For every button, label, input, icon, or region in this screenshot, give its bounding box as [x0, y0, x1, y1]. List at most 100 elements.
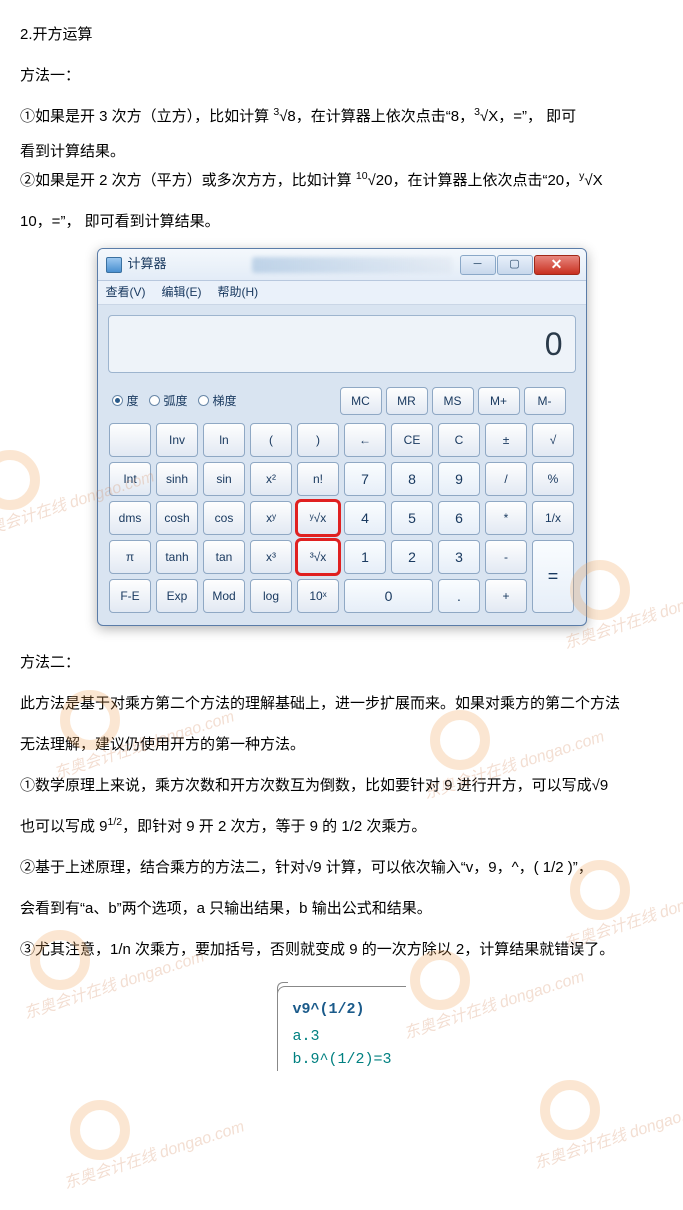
key-3[interactable]: 3 [438, 540, 480, 574]
menu-view[interactable]: 查看(V) [106, 279, 146, 305]
maximize-button[interactable]: ▢ [497, 255, 533, 275]
key-xy[interactable]: xʸ [250, 501, 292, 535]
key-equals[interactable]: = [532, 540, 574, 613]
code-line-1: v9^(1/2) [292, 993, 391, 1026]
key-pi[interactable]: π [109, 540, 151, 574]
key-sin[interactable]: sin [203, 462, 245, 496]
method1-para4: 10，=”， 即可看到计算结果。 [20, 205, 663, 238]
key-2[interactable]: 2 [391, 540, 433, 574]
key-reciprocal[interactable]: 1/x [532, 501, 574, 535]
method2-para6: 会看到有“a、b”两个选项，a 只输出结果，b 输出公式和结果。 [20, 892, 663, 925]
menu-help[interactable]: 帮助(H) [218, 279, 259, 305]
key-7[interactable]: 7 [344, 462, 386, 496]
minimize-button[interactable]: ─ [460, 255, 496, 275]
key-dot[interactable]: . [438, 579, 480, 613]
key-mr[interactable]: MR [386, 387, 428, 415]
mode-label: 梯度 [213, 388, 237, 414]
key-log[interactable]: log [250, 579, 292, 613]
key-cosh[interactable]: cosh [156, 501, 198, 535]
radio-icon [149, 395, 160, 406]
key-dms[interactable]: dms [109, 501, 151, 535]
key-sqrt[interactable]: √ [532, 423, 574, 457]
key-multiply[interactable]: * [485, 501, 527, 535]
key-10x[interactable]: 10ˣ [297, 579, 339, 613]
titlebar-blur [252, 257, 452, 273]
text: ①如果是开 3 次方（立方），比如计算 [20, 108, 273, 125]
key-cuberoot[interactable]: ³√x [297, 540, 339, 574]
key-sinh[interactable]: sinh [156, 462, 198, 496]
method2-para5: ②基于上述原理，结合乘方的方法二，针对√9 计算，可以依次输入“v，9，^，( … [20, 851, 663, 884]
key-tanh[interactable]: tanh [156, 540, 198, 574]
key-plus[interactable]: + [485, 579, 527, 613]
menu-edit[interactable]: 编辑(E) [162, 279, 202, 305]
radio-icon [112, 395, 123, 406]
key-fe[interactable]: F-E [109, 579, 151, 613]
key-rparen[interactable]: ) [297, 423, 339, 457]
method2-para7: ③尤其注意，1/n 次乘方，要加括号，否则就变成 9 的一次方除以 2，计算结果… [20, 933, 663, 966]
key-1[interactable]: 1 [344, 540, 386, 574]
key-9[interactable]: 9 [438, 462, 480, 496]
key-x2[interactable]: x² [250, 462, 292, 496]
text: √8，在计算器上依次点击“8， [279, 108, 474, 125]
method1-title: 方法一： [20, 59, 663, 92]
key-4[interactable]: 4 [344, 501, 386, 535]
calculator-display: 0 [108, 315, 576, 373]
method2-para2: 无法理解，建议仍使用开方的第一种方法。 [20, 728, 663, 761]
sup: 1/2 [108, 816, 123, 828]
window-title: 计算器 [128, 250, 252, 279]
titlebar[interactable]: 计算器 ─ ▢ ✕ [98, 249, 586, 281]
mode-label: 度 [127, 388, 139, 414]
key-6[interactable]: 6 [438, 501, 480, 535]
method2-title: 方法二： [20, 646, 663, 679]
key-mc[interactable]: MC [340, 387, 382, 415]
mode-radians[interactable]: 弧度 [149, 388, 188, 414]
text: ，即针对 9 开 2 次方，等于 9 的 1/2 次乘方。 [122, 818, 426, 835]
key-blank[interactable] [109, 423, 151, 457]
key-mplus[interactable]: M+ [478, 387, 520, 415]
sup: 10 [356, 170, 368, 182]
key-ln[interactable]: ln [203, 423, 245, 457]
method1-para3: ②如果是开 2 次方（平方）或多次方方，比如计算 10√20，在计算器上依次点击… [20, 164, 663, 197]
key-mminus[interactable]: M- [524, 387, 566, 415]
key-lparen[interactable]: ( [250, 423, 292, 457]
text: 也可以写成 9 [20, 818, 108, 835]
method2-para1: 此方法是基于对乘方第二个方法的理解基础上，进一步扩展而来。如果对乘方的第二个方法 [20, 687, 663, 720]
code-line-2: a.3 [292, 1026, 391, 1049]
key-ms[interactable]: MS [432, 387, 474, 415]
calculator-window: 计算器 ─ ▢ ✕ 查看(V) 编辑(E) 帮助(H) 0 度 弧度 梯度 MC… [97, 248, 587, 626]
mode-degrees[interactable]: 度 [112, 388, 139, 414]
text: √X [584, 172, 602, 189]
app-icon [106, 257, 122, 273]
key-negate[interactable]: ± [485, 423, 527, 457]
key-0[interactable]: 0 [344, 579, 433, 613]
key-backspace[interactable]: ← [344, 423, 386, 457]
keypad: Inv ln ( ) ← CE C ± √ Int sinh sin x² n!… [98, 417, 586, 625]
watermark: 东奥会计在线 dongao.com [59, 1110, 249, 1202]
key-x3[interactable]: x³ [250, 540, 292, 574]
mode-gradians[interactable]: 梯度 [198, 388, 237, 414]
code-line-3: b.9^(1/2)=3 [292, 1049, 391, 1072]
text: ②如果是开 2 次方（平方）或多次方方，比如计算 [20, 172, 356, 189]
text: √X，=”， 即可 [480, 108, 576, 125]
key-divide[interactable]: / [485, 462, 527, 496]
key-exp[interactable]: Exp [156, 579, 198, 613]
key-tan[interactable]: tan [203, 540, 245, 574]
text: √20，在计算器上依次点击“20， [368, 172, 580, 189]
key-ce[interactable]: CE [391, 423, 433, 457]
key-int[interactable]: Int [109, 462, 151, 496]
key-cos[interactable]: cos [203, 501, 245, 535]
key-8[interactable]: 8 [391, 462, 433, 496]
mode-label: 弧度 [164, 388, 188, 414]
key-c[interactable]: C [438, 423, 480, 457]
key-inv[interactable]: Inv [156, 423, 198, 457]
menubar: 查看(V) 编辑(E) 帮助(H) [98, 281, 586, 305]
key-percent[interactable]: % [532, 462, 574, 496]
close-button[interactable]: ✕ [534, 255, 580, 275]
key-minus[interactable]: - [485, 540, 527, 574]
key-5[interactable]: 5 [391, 501, 433, 535]
radio-icon [198, 395, 209, 406]
key-mod[interactable]: Mod [203, 579, 245, 613]
method2-para3: ①数学原理上来说，乘方次数和开方次数互为倒数，比如要针对 9 进行开方，可以写成… [20, 769, 663, 802]
key-nfact[interactable]: n! [297, 462, 339, 496]
key-yroot[interactable]: ʸ√x [297, 501, 339, 535]
